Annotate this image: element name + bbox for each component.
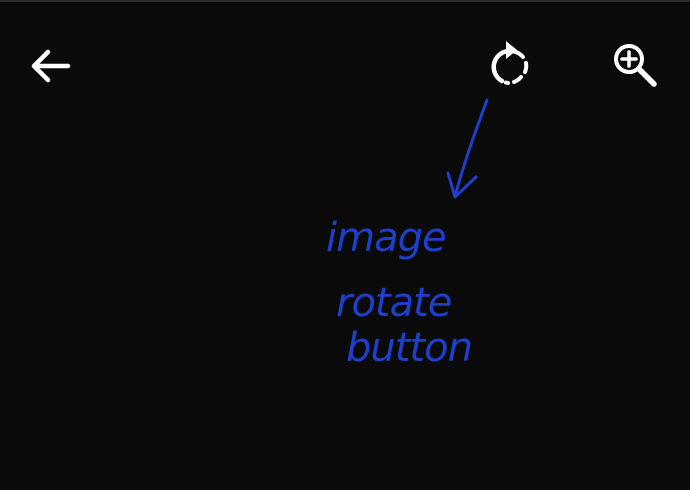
annotation-text-line: image [326, 215, 447, 261]
annotation-text-line: rotate [336, 280, 452, 326]
zoom-in-button[interactable] [604, 36, 664, 92]
rotate-image-button[interactable] [482, 36, 538, 92]
top-divider [0, 0, 690, 2]
annotation-text-line: button [346, 325, 473, 371]
arrow-left-icon [26, 42, 74, 90]
zoom-in-icon [608, 38, 660, 90]
rotate-icon [485, 37, 535, 91]
back-button[interactable] [22, 38, 78, 94]
